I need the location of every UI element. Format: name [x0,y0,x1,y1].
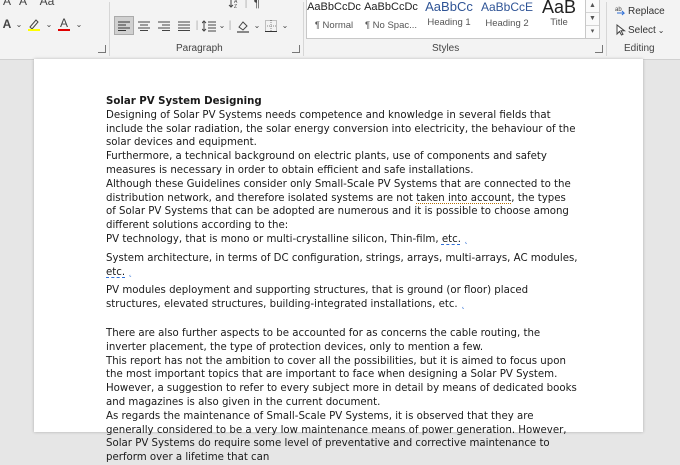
styles-scroll: ▲ ▼ ▾ [585,0,600,39]
style-heading-2[interactable]: AaBbCcE Heading 2 [479,0,535,38]
style-name: Heading 2 [485,18,529,29]
paragraph-mark-icon: ˛ [125,267,133,278]
line-spacing-icon[interactable] [200,19,218,32]
font-color-dropdown-icon[interactable]: ⌄ [74,20,84,29]
style-sample: AaBbCc [425,0,473,14]
ribbon: A A Aa A ⌄ ⌄ A ⌄ AZ | ¶ | ⌄ | ⌄ ⌄ Paragr… [0,0,680,60]
show-marks-icon[interactable]: ¶ [250,0,264,10]
font-color-icon[interactable]: A [54,17,74,31]
svg-text:Z: Z [234,4,237,9]
separator-mark: | [228,20,232,31]
styles-gallery: AaBbCcDc ¶ Normal AaBbCcDc ¶ No Spac... … [306,0,586,39]
paragraph-row-bottom: | ⌄ | ⌄ ⌄ [114,16,290,35]
styles-up-icon[interactable]: ▲ [586,0,599,13]
style-normal[interactable]: AaBbCcDc ¶ Normal [307,0,361,38]
styles-down-icon[interactable]: ▼ [586,13,599,26]
select-cursor-icon [614,24,628,36]
shading-dropdown-icon[interactable]: ⌄ [252,21,262,30]
font-style-icon[interactable]: A [0,0,14,8]
paragraph-mark-icon: ˛ [460,300,466,311]
select-label: Select [628,24,656,36]
highlight-dropdown-icon[interactable]: ⌄ [44,20,54,29]
replace-button[interactable]: ab Replace [614,5,665,17]
paragraph-6: As regards the maintenance of Small-Scal… [106,410,567,464]
select-button[interactable]: Select ⌄ [614,24,665,36]
borders-dropdown-icon[interactable]: ⌄ [280,21,290,30]
style-heading-1[interactable]: AaBbCc Heading 1 [421,0,477,38]
list-item-structures: PV modules deployment and supporting str… [106,284,578,313]
paragraph-4: There are also further aspects to be acc… [106,327,541,353]
list-item-text: PV technology, that is mono or multi-cry… [106,233,442,245]
text-effects-icon[interactable]: A [0,17,14,31]
shading-icon[interactable] [234,19,252,33]
paragraph-2: Furthermore, a technical background on e… [106,151,547,176]
styles-dialog-launcher[interactable] [595,45,603,53]
font-row-top: A A Aa [0,0,62,8]
list-item-architecture: System architecture, in terms of DC conf… [106,252,578,281]
list-item-technology: PV technology, that is mono or multi-cry… [106,233,578,248]
paragraph-row-top: AZ | ¶ [226,0,264,10]
separator [109,2,110,56]
paragraph-1: Designing of Solar PV Systems needs comp… [106,109,576,149]
separator [606,2,607,56]
paragraph-mark-icon: ˛ [460,234,469,245]
paragraph-5: This report has not the ambition to cove… [106,355,577,408]
line-spacing-dropdown-icon[interactable]: ⌄ [218,21,226,30]
editing-group-label: Editing [624,43,655,54]
separator [303,2,304,56]
style-title[interactable]: AaB Title [535,0,583,38]
paragraph-group-label: Paragraph [176,43,223,54]
change-case-button[interactable]: Aa [32,0,62,8]
align-right-button[interactable] [154,21,174,31]
align-center-button[interactable] [134,21,154,31]
sort-icon[interactable]: AZ [226,0,242,9]
highlight-color-icon[interactable] [24,17,44,31]
document-page[interactable]: Solar PV System Designing Designing of S… [34,59,643,463]
style-no-spacing[interactable]: AaBbCcDc ¶ No Spac... [363,0,419,38]
styles-group-label: Styles [432,43,460,54]
document-heading: Solar PV System Designing [106,96,262,107]
font-dialog-launcher[interactable] [98,45,106,53]
list-item-text: System architecture, in terms of DC conf… [106,252,578,264]
select-dropdown-icon: ⌄ [657,25,665,35]
justify-button[interactable] [174,21,194,31]
svg-text:ab: ab [615,7,622,13]
style-sample: AaBbCcDc [307,1,361,13]
style-name: ¶ Normal [314,20,354,31]
style-sample: AaBbCcDc [364,1,418,13]
style-name: Title [550,17,568,28]
grammar-flag[interactable]: etc. [442,234,461,245]
grammar-flag[interactable]: etc. [106,267,125,278]
borders-icon[interactable] [262,19,280,32]
replace-label: Replace [628,5,665,17]
separator-mark: | [244,0,248,9]
paragraph-dialog-launcher[interactable] [292,45,300,53]
grammar-flag[interactable]: taken into account [416,193,511,204]
text-effects-dropdown-icon[interactable]: ⌄ [14,20,24,29]
styles-more-icon[interactable]: ▾ [586,26,599,38]
style-name: ¶ No Spac... [364,20,418,31]
style-name: Heading 1 [427,17,471,28]
align-left-button[interactable] [114,16,134,35]
paragraph-3: Although these Guidelines consider only … [106,178,578,233]
replace-icon: ab [614,5,628,17]
style-sample: AaBbCcE [480,0,534,14]
document-body[interactable]: Solar PV System Designing Designing of S… [106,95,578,465]
font-shrink-icon[interactable]: A [14,0,32,8]
font-row-bottom: A ⌄ ⌄ A ⌄ [0,17,84,31]
style-sample: AaB [541,0,577,15]
